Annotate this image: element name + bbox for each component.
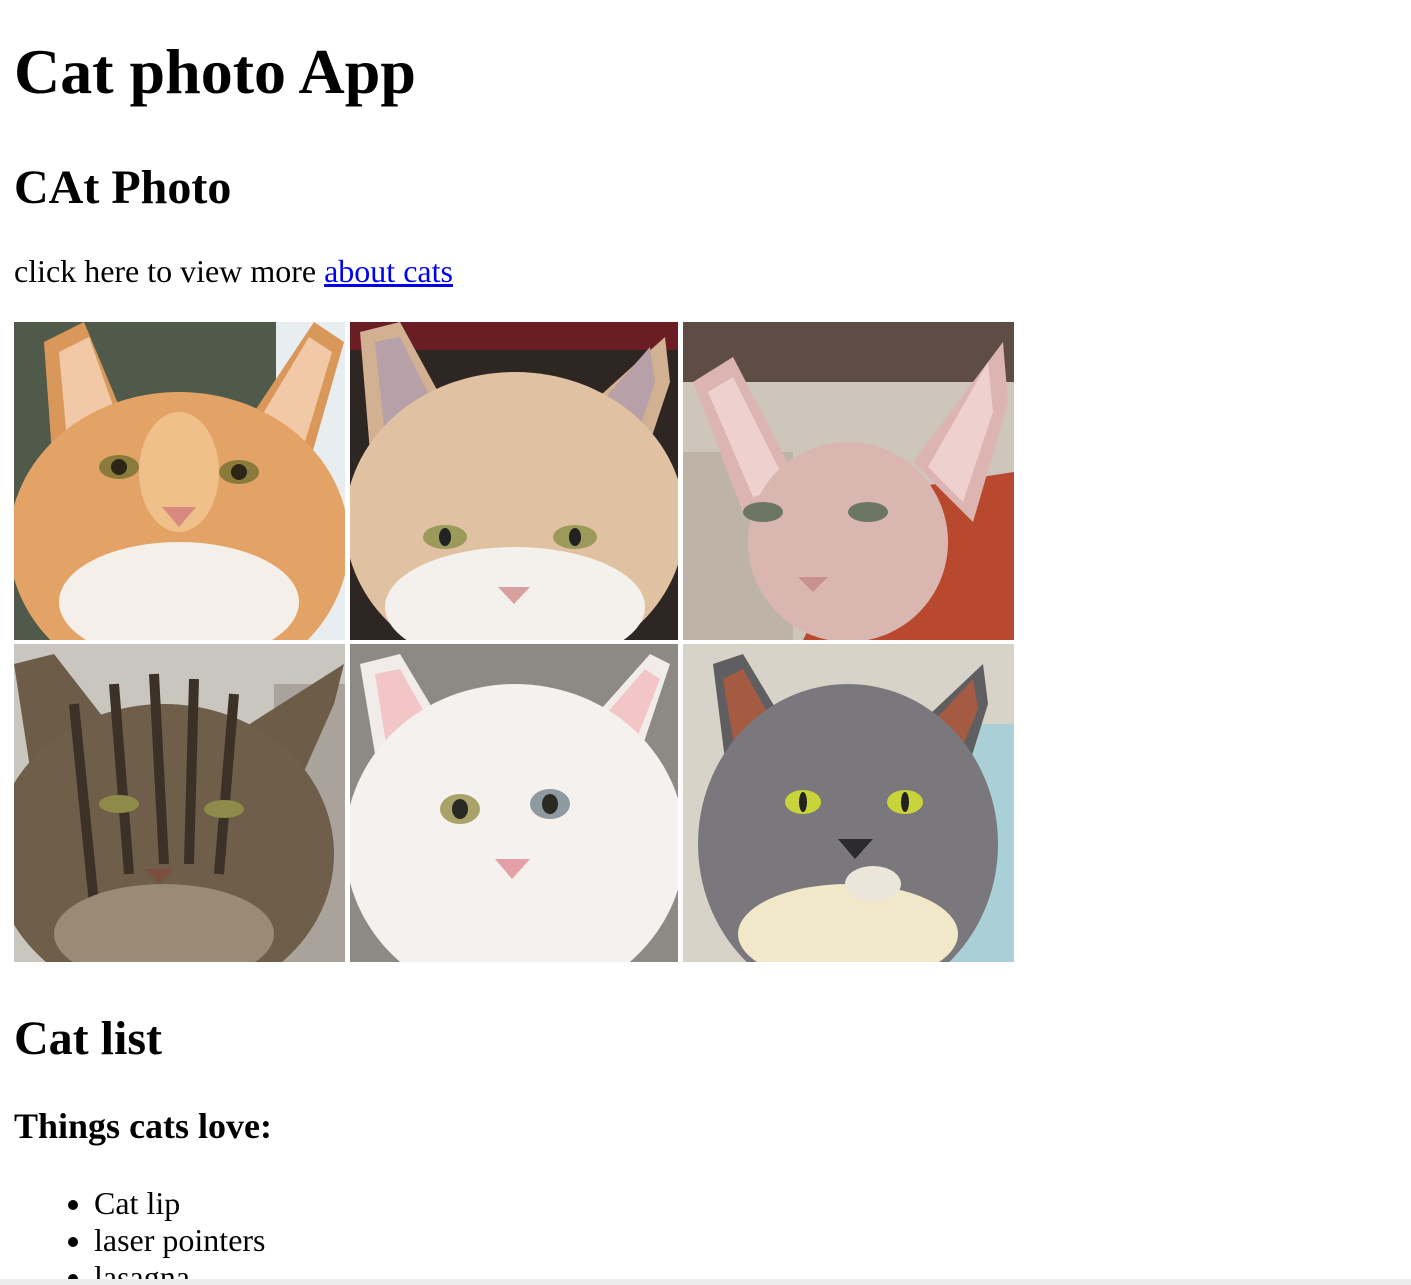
orange-tabby-cat-photo[interactable] [14,322,345,640]
cream-cat-photo[interactable] [350,322,678,640]
intro-text: click here to view more [14,253,325,289]
things-cats-love-list: Cat lip laser pointers lasagna [14,1185,266,1285]
list-section-title: Cat list [14,1012,162,1065]
sphynx-cat-photo[interactable] [683,322,1014,640]
list-item: Cat lip [94,1185,266,1222]
cat-photo-gallery [14,322,1014,962]
horizontal-scrollbar[interactable] [0,1279,1411,1285]
list-subtitle: Things cats love: [14,1106,273,1146]
about-cats-link[interactable]: about cats [324,253,453,289]
brown-tabby-cat-photo[interactable] [14,644,345,962]
page: Cat photo App CAt Photo click here to vi… [0,0,1411,1285]
grey-white-cat-photo[interactable] [683,644,1014,962]
photo-section-title: CAt Photo [14,161,232,214]
page-title: Cat photo App [14,36,416,107]
list-item: laser pointers [94,1222,266,1259]
intro-paragraph: click here to view more about cats [14,255,453,287]
white-persian-cat-photo[interactable] [350,644,678,962]
